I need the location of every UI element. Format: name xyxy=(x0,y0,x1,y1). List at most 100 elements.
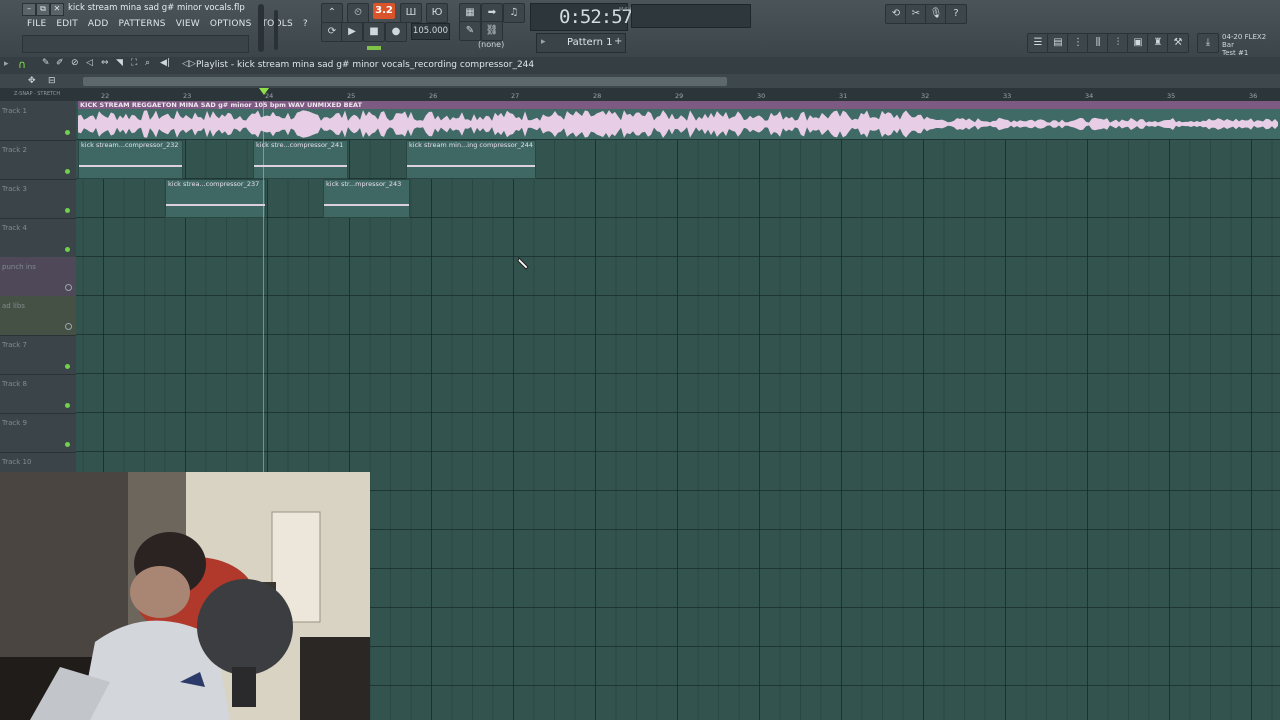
snap-tool-icon[interactable]: ✎ xyxy=(459,21,481,41)
track-header[interactable]: Track 3 xyxy=(0,179,76,219)
stop-icon[interactable]: ■ xyxy=(363,22,385,42)
track-header[interactable]: Track 2 xyxy=(0,140,76,180)
mixer-icon[interactable]: ⫼ xyxy=(1087,33,1109,53)
clip-title: kick strea...compressor_237 xyxy=(168,180,260,188)
news-panel[interactable]: 04-20 FLEX2 Bar Test #1 xyxy=(1222,33,1280,57)
select-tool-icon[interactable]: ⛶ xyxy=(131,58,137,68)
track-enable-led[interactable] xyxy=(65,323,72,330)
menu-view[interactable]: VIEW xyxy=(171,17,205,31)
menu-edit[interactable]: EDIT xyxy=(51,17,83,31)
audio-clip-compressor-232[interactable]: kick stream...compressor_232 xyxy=(78,140,183,179)
move-icon[interactable]: ✥ xyxy=(28,76,36,86)
track-enable-led[interactable] xyxy=(65,208,70,213)
paint-tool-icon[interactable]: ✐ xyxy=(56,58,64,68)
snap-value[interactable]: (none) xyxy=(478,40,504,49)
slice-tool-icon[interactable]: ◥ xyxy=(116,58,123,68)
help-icon[interactable]: ? xyxy=(945,4,967,24)
playback-tool-icon[interactable]: ◀| xyxy=(160,58,170,68)
track-header[interactable]: Track 4 xyxy=(0,218,76,258)
delete-tool-icon[interactable]: ⊘ xyxy=(71,58,79,68)
draw-tool-icon[interactable]: ✎ xyxy=(42,58,50,68)
link-icon[interactable]: ⛓ xyxy=(481,21,503,41)
track-header[interactable]: Track 8 xyxy=(0,374,76,414)
audio-clip-compressor-244[interactable]: kick stream min...ing compressor_244 xyxy=(406,140,536,179)
project-icon[interactable]: ▣ xyxy=(1127,33,1149,53)
menu-patterns[interactable]: PATTERNS xyxy=(114,17,171,31)
snap-zoom-label[interactable]: Z-SNAP · STRETCH xyxy=(14,91,60,97)
time-display[interactable]: 0:52:57 M:S:CS xyxy=(530,3,637,31)
track-header[interactable]: punch ins xyxy=(0,257,76,297)
restore-button[interactable]: ⧉ xyxy=(36,3,50,16)
playlist-view-icon[interactable]: ☰ xyxy=(1027,33,1049,53)
step-edit-icon[interactable]: Ш xyxy=(400,3,422,23)
play-icon[interactable]: ▶ xyxy=(341,22,363,42)
playhead-marker[interactable] xyxy=(259,88,269,95)
audio-waveform xyxy=(166,204,265,206)
add-pattern-icon[interactable]: + xyxy=(614,36,622,47)
countdown-button[interactable]: 3.2 xyxy=(373,3,395,19)
horizontal-scrollbar[interactable] xyxy=(83,77,727,86)
zoom-icon[interactable]: ⊟ xyxy=(48,76,56,86)
track-header[interactable]: Track 9 xyxy=(0,413,76,453)
audio-clip-beat[interactable]: KICK STREAM REGGAETON MINA SAD g# minor … xyxy=(78,101,1280,139)
slip-tool-icon[interactable]: ⇔ xyxy=(101,58,109,68)
track-name: Track 1 xyxy=(2,107,27,115)
plugin-icon[interactable]: ♜ xyxy=(1147,33,1169,53)
audio-clip-compressor-237[interactable]: kick strea...compressor_237 xyxy=(165,179,266,218)
audio-clip-compressor-241[interactable]: kick stre...compressor_241 xyxy=(253,140,348,179)
track-header[interactable]: Track 7 xyxy=(0,335,76,375)
pattern-prev-icon[interactable]: ▸ xyxy=(541,37,546,47)
master-volume-slider[interactable] xyxy=(258,4,264,52)
bar-number: 23 xyxy=(183,92,192,100)
playlist-arrow-icon[interactable]: ◁▷ xyxy=(182,59,196,69)
playlist-menu-icon[interactable]: ▸ xyxy=(4,59,9,69)
mute-tool-icon[interactable]: ◁ xyxy=(86,58,93,68)
clip-title: kick str...mpressor_243 xyxy=(326,180,402,188)
track-enable-led[interactable] xyxy=(65,247,70,252)
track-enable-led[interactable] xyxy=(65,403,70,408)
step-forward-icon[interactable]: ➡ xyxy=(481,3,503,23)
blend-notes-icon[interactable]: Ю xyxy=(426,3,448,23)
pattern-selector[interactable]: ▸ Pattern 1 + xyxy=(536,33,626,53)
loop-mode-icon[interactable]: ⟳ xyxy=(321,22,343,42)
browser-icon[interactable]: ⫶ xyxy=(1107,33,1129,53)
audio-waveform xyxy=(324,204,409,206)
close-button[interactable]: ✕ xyxy=(50,3,64,16)
track-enable-led[interactable] xyxy=(65,130,70,135)
piano-roll-icon[interactable]: ▤ xyxy=(1047,33,1069,53)
zoom-tool-icon[interactable]: ⌕ xyxy=(145,58,150,68)
track-header[interactable]: Track 1 xyxy=(0,101,76,141)
tool-icon[interactable]: ⚒ xyxy=(1167,33,1189,53)
microphone-icon[interactable]: 🎙 xyxy=(925,4,947,24)
wait-for-input-icon[interactable]: ⏲ xyxy=(347,3,369,23)
song-position-indicator xyxy=(367,46,381,50)
tempo-display[interactable]: 105.000 xyxy=(411,23,450,40)
undo-icon[interactable]: ⟲ xyxy=(885,4,907,24)
track-enable-led[interactable] xyxy=(65,169,70,174)
menu-help[interactable]: ? xyxy=(298,17,313,31)
track-enable-led[interactable] xyxy=(65,442,70,447)
audio-clip-compressor-243[interactable]: kick str...mpressor_243 xyxy=(323,179,410,218)
track-name: Track 9 xyxy=(2,419,27,427)
track-enable-led[interactable] xyxy=(65,364,70,369)
metronome-icon[interactable]: ⌃ xyxy=(321,3,343,23)
track-header[interactable]: ad libs xyxy=(0,296,76,336)
hint-bar xyxy=(22,35,249,53)
download-icon[interactable]: ⤓ xyxy=(1197,33,1219,53)
menu-add[interactable]: ADD xyxy=(83,17,114,31)
channel-rack-icon[interactable]: ⋮ xyxy=(1067,33,1089,53)
snap-magnet-icon[interactable]: ∩ xyxy=(18,58,26,71)
audio-input-icon[interactable]: ♫ xyxy=(503,3,525,23)
menu-options[interactable]: OPTIONS xyxy=(205,17,257,31)
track-enable-led[interactable] xyxy=(65,284,72,291)
track-name: Track 10 xyxy=(2,458,32,466)
menu-file[interactable]: FILE xyxy=(22,17,51,31)
typing-keyboard-icon[interactable]: ▦ xyxy=(459,3,481,23)
minimize-button[interactable]: – xyxy=(22,3,36,16)
audio-waveform xyxy=(407,165,535,167)
record-icon[interactable]: ● xyxy=(385,22,407,42)
master-pitch-slider[interactable] xyxy=(274,10,278,50)
pencil-cursor-icon xyxy=(517,257,529,270)
track-name: Track 8 xyxy=(2,380,27,388)
cut-icon[interactable]: ✂ xyxy=(905,4,927,24)
